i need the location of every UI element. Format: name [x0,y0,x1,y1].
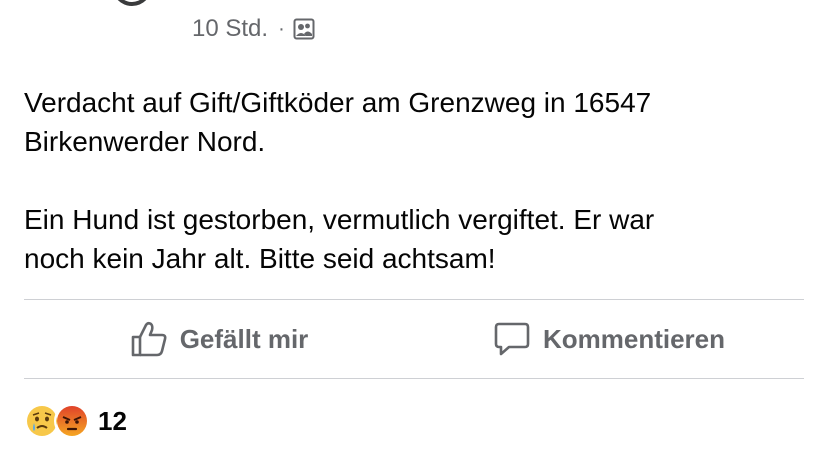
thumbs-up-icon [131,321,167,357]
reaction-summary[interactable]: 12 [24,403,127,439]
like-label: Gefällt mir [179,323,309,354]
post-paragraph: Verdacht auf Gift/Giftköder am Grenzweg … [24,83,814,161]
speech-bubble-icon [494,322,530,356]
post-line: Birkenwerder Nord. [24,126,266,157]
post-line: Ein Hund ist gestorben, vermutlich vergi… [24,204,655,235]
post-line: Verdacht auf Gift/Giftköder am Grenzweg … [24,87,652,118]
group-audience-icon[interactable] [293,18,315,40]
comment-label: Kommentieren [542,323,726,354]
comment-button[interactable]: Kommentieren [414,320,804,358]
post-paragraph: Ein Hund ist gestorben, vermutlich vergi… [24,200,814,278]
post-meta: 10 Std. · [192,14,315,44]
angry-face-icon [54,403,90,439]
meta-separator: · [278,17,285,40]
like-button[interactable]: Gefällt mir [24,320,414,358]
reaction-count: 12 [98,405,127,436]
action-bar: Gefällt mir Kommentieren [24,300,804,378]
post-time[interactable]: 10 Std. [192,15,268,43]
post-line: noch kein Jahr alt. Bitte seid achtsam! [24,243,496,274]
divider [24,378,804,379]
author-avatar[interactable] [112,0,152,6]
post-body: Verdacht auf Gift/Giftköder am Grenzweg … [24,83,814,278]
